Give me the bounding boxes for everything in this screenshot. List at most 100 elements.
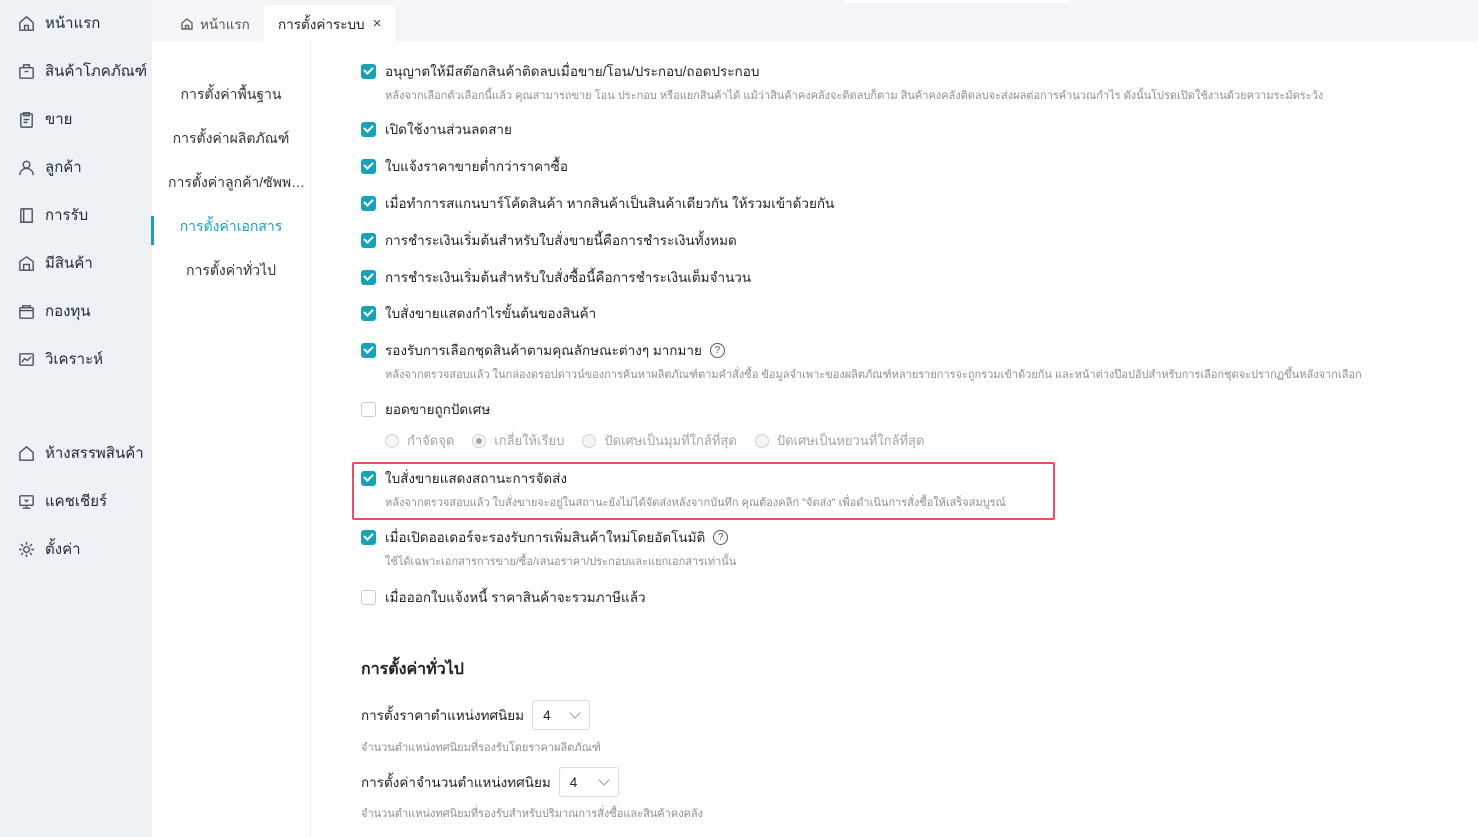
radio-button[interactable] — [582, 433, 597, 448]
sidebar-item-funds[interactable]: กองทุน — [16, 299, 91, 323]
field-description: จำนวนตำแหน่งทศนิยมที่รองรับโดยราคาผลิตภั… — [361, 742, 601, 754]
tab-label: การตั้งค่าระบบ — [278, 16, 365, 32]
option-checkbox[interactable] — [361, 158, 376, 174]
sidebar-item-stock[interactable]: มีสินค้า — [16, 251, 93, 275]
sidebar-item-label: สินค้าโภคภัณฑ์ — [45, 63, 148, 80]
sidebar-item-mall[interactable]: ห้างสรรพสินค้า — [16, 441, 144, 465]
sidebar-item-label: ขาย — [45, 111, 73, 128]
option-show-gross-profit: ใบสั่งขายแสดงกำไรขั้นต้นของสินค้า — [361, 303, 596, 323]
sidebar-item-label: ห้างสรรพสินค้า — [45, 445, 144, 462]
option-sales-full-payment: การชำระเงินเริ่มต้นสำหรับใบสั่งขายนี้คือ… — [361, 230, 737, 250]
option-price-includes-tax: เมื่อออกใบแจ้งหนี้ ราคาสินค้าจะรวมภาษีแล… — [361, 587, 646, 607]
field-description: จำนวนตำแหน่งทศนิยมที่รองรับสำหรับปริมาณก… — [361, 808, 704, 820]
option-merge-barcode: เมื่อทำการสแกนบาร์โค้ดสินค้า หากสินค้าเป… — [361, 193, 834, 213]
chevron-down-icon — [569, 707, 581, 719]
price-decimal-select[interactable]: 4 — [532, 700, 591, 730]
option-checkbox[interactable] — [361, 63, 376, 79]
option-checkbox[interactable] — [361, 305, 376, 321]
chevron-down-icon — [598, 774, 610, 786]
settings-subnav: การตั้งค่าพื้นฐาน การตั้งค่าผลิตภัณฑ์ กา… — [152, 42, 311, 837]
radio-label: ปัดเศษเป็นหยวนที่ใกล้ที่สุด — [776, 433, 925, 448]
sidebar-item-home[interactable]: หน้าแรก — [16, 11, 100, 35]
radio-button[interactable] — [754, 433, 769, 448]
section-title: การตั้งค่าทั่วไป — [361, 661, 464, 678]
subnav-item-general[interactable]: การตั้งค่าทั่วไป — [152, 260, 310, 282]
help-icon[interactable]: ? — [713, 529, 729, 545]
option-label: ยอดขายถูกปัดเศษ — [385, 402, 491, 417]
radio-label: ปัดเศษเป็นมุมที่ใกล้ที่สุด — [604, 433, 737, 448]
sidebar-item-label: หน้าแรก — [45, 15, 101, 32]
option-label: ใบแจ้งราคาขายต่ำกว่าราคาซื้อ — [385, 159, 568, 174]
tab-label: หน้าแรก — [200, 16, 250, 32]
option-description: หลังจากเลือกตัวเลือกนี้แล้ว คุณสามารถขาย… — [385, 90, 1324, 102]
sidebar-item-receiving[interactable]: การรับ — [16, 203, 88, 227]
option-purchase-full-payment: การชำระเงินเริ่มต้นสำหรับใบสั่งซื้อนี้คื… — [361, 267, 751, 287]
sidebar-item-customers[interactable]: ลูกค้า — [16, 155, 82, 179]
option-checkbox[interactable] — [361, 121, 376, 137]
option-label: อนุญาตให้มีสต๊อกสินค้าติดลบเมื่อขาย/โอน/… — [385, 64, 760, 79]
store-icon — [16, 443, 36, 463]
rounding-option[interactable]: เกลี่ยให้เรียบ — [472, 430, 564, 451]
sidebar-item-label: ตั้งค่า — [45, 541, 81, 558]
option-description: ใช้ได้เฉพาะเอกสารการขาย/ซื้อ/เสนอราคา/ปร… — [385, 556, 737, 568]
field-label: การตั้งราคาตำแหน่งทศนิยม — [361, 708, 525, 723]
option-checkbox[interactable] — [361, 470, 376, 486]
rounding-option[interactable]: ปัดเศษเป็นหยวนที่ใกล้ที่สุด — [754, 430, 925, 451]
subnav-item-document[interactable]: การตั้งค่าเอกสาร — [152, 216, 310, 238]
sidebar-item-sales[interactable]: ขาย — [16, 107, 72, 131]
option-checkbox[interactable] — [361, 529, 376, 545]
option-negative-stock: อนุญาตให้มีสต๊อกสินค้าติดลบเมื่อขาย/โอน/… — [361, 61, 1323, 104]
option-checkbox[interactable] — [361, 232, 376, 248]
radio-button[interactable] — [385, 433, 399, 448]
option-checkbox[interactable] — [361, 195, 376, 211]
price-decimal-field: การตั้งราคาตำแหน่งทศนิยม 4 — [361, 700, 591, 730]
option-label: เมื่อออกใบแจ้งหนี้ ราคาสินค้าจะรวมภาษีแล… — [385, 590, 646, 605]
tab-home[interactable]: หน้าแรก — [166, 5, 264, 42]
home-icon — [181, 17, 193, 30]
option-description: หลังจากตรวจสอบแล้ว ในกล่องดรอปดาวน์ของกา… — [385, 369, 1362, 381]
sidebar-item-analytics[interactable]: วิเคราะห์ — [16, 347, 103, 371]
receive-icon — [16, 205, 36, 225]
option-label: รองรับการเลือกชุดสินค้าตามคุณลักษณะต่างๆ… — [385, 343, 702, 358]
tab-system-settings[interactable]: การตั้งค่าระบบ × — [264, 5, 396, 42]
option-checkbox[interactable] — [361, 269, 376, 285]
subnav-item-product[interactable]: การตั้งค่าผลิตภัณฑ์ — [152, 128, 310, 150]
option-checkbox[interactable] — [361, 401, 376, 417]
subnav-item-basic[interactable]: การตั้งค่าพื้นฐาน — [152, 84, 310, 106]
settings-content: อนุญาตให้มีสต๊อกสินค้าติดลบเมื่อขาย/โอน/… — [311, 42, 1478, 837]
help-icon[interactable]: ? — [709, 342, 725, 358]
option-checkbox[interactable] — [361, 342, 376, 358]
sidebar-item-label: กองทุน — [45, 303, 91, 320]
select-value: 4 — [569, 774, 578, 790]
main-sidebar: หน้าแรก สินค้าโภคภัณฑ์ ขาย ลูกค้า การรับ… — [0, 0, 150, 837]
sidebar-item-label: ลูกค้า — [45, 159, 82, 176]
cashier-icon — [16, 491, 36, 511]
chart-icon — [16, 349, 36, 369]
subnav-item-customer-supplier[interactable]: การตั้งค่าลูกค้า/ซัพพลายเออร์ — [168, 172, 308, 194]
top-overlay — [843, 0, 1070, 3]
option-label: การชำระเงินเริ่มต้นสำหรับใบสั่งซื้อนี้คื… — [385, 270, 752, 285]
sidebar-item-label: การรับ — [45, 207, 89, 224]
wallet-icon — [16, 301, 36, 321]
option-description: หลังจากตรวจสอบแล้ว ใบสั่งขายจะอยู่ในสถาน… — [385, 497, 1006, 509]
close-icon[interactable]: × — [373, 15, 382, 32]
home-icon — [16, 13, 36, 33]
radio-label: กำจัดจุด — [407, 433, 455, 448]
option-checkbox[interactable] — [361, 589, 376, 605]
clipboard-icon — [16, 109, 36, 129]
sidebar-item-products[interactable]: สินค้าโภคภัณฑ์ — [16, 59, 147, 83]
option-label: ใบสั่งขายแสดงกำไรขั้นต้นของสินค้า — [385, 306, 597, 321]
option-line-discount: เปิดใช้งานส่วนลดสาย — [361, 119, 512, 139]
option-delivery-status: ใบสั่งขายแสดงสถานะการจัดส่ง หลังจากตรวจส… — [361, 468, 1006, 511]
sidebar-item-label: มีสินค้า — [45, 255, 93, 272]
sidebar-item-settings[interactable]: ตั้งค่า — [16, 537, 81, 561]
option-price-below-cost: ใบแจ้งราคาขายต่ำกว่าราคาซื้อ — [361, 156, 568, 176]
option-label: เมื่อเปิดออเดอร์จะรองรับการเพิ่มสินค้าให… — [385, 530, 706, 545]
tab-bar: หน้าแรก การตั้งค่าระบบ × — [152, 0, 1478, 42]
gear-icon — [16, 539, 36, 559]
rounding-option[interactable]: กำจัดจุด — [385, 430, 454, 451]
radio-button[interactable] — [472, 433, 487, 448]
qty-decimal-select[interactable]: 4 — [558, 767, 619, 797]
rounding-option[interactable]: ปัดเศษเป็นมุมที่ใกล้ที่สุด — [582, 430, 737, 451]
sidebar-item-cashier[interactable]: แคชเชียร์ — [16, 489, 107, 513]
